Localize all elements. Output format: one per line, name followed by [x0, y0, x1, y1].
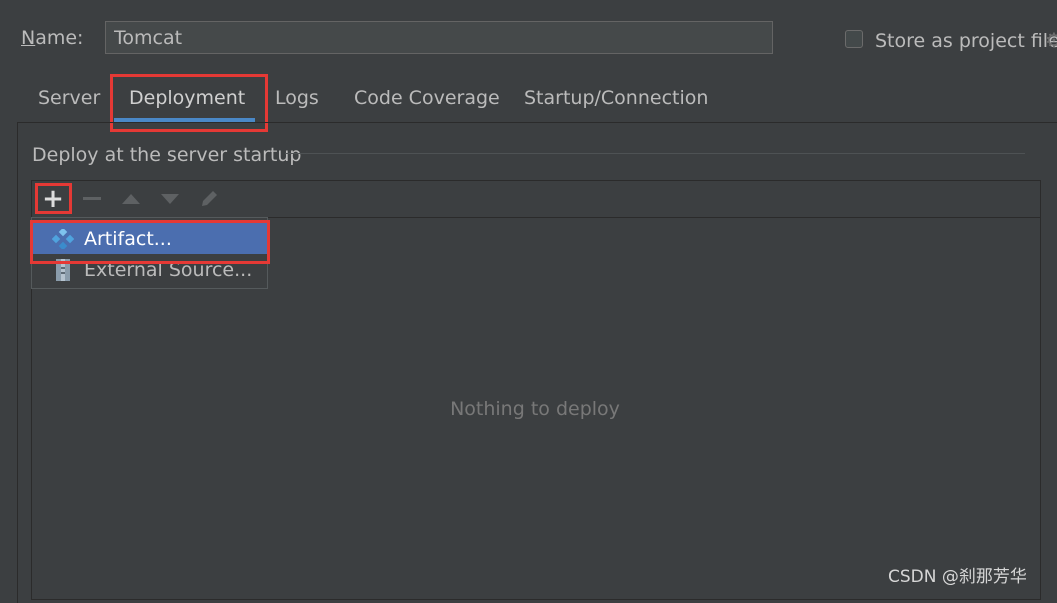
section-title: Deploy at the server startup: [32, 144, 302, 166]
move-down-icon[interactable]: [157, 185, 183, 213]
name-label-mnemonic: N: [21, 27, 36, 49]
empty-state-text: Nothing to deploy: [450, 398, 620, 420]
tab-server[interactable]: Server: [38, 87, 100, 109]
store-as-project-file-label[interactable]: Store as project file: [875, 30, 1057, 52]
move-up-icon[interactable]: [118, 185, 144, 213]
store-as-project-file-checkbox[interactable]: [845, 30, 863, 48]
name-label: Name:: [21, 27, 83, 49]
name-field[interactable]: [105, 21, 773, 54]
highlight-box-add-button: [35, 183, 72, 214]
remove-icon[interactable]: [79, 185, 105, 213]
edit-icon[interactable]: [196, 185, 222, 213]
watermark: CSDN @刹那芳华⁠: [888, 567, 1027, 587]
highlight-box-artifact-item: [30, 220, 270, 264]
section-divider: [285, 153, 1025, 154]
gear-icon[interactable]: ⚙: [1045, 28, 1057, 52]
tab-startup-connection[interactable]: Startup/Connection: [524, 87, 708, 109]
tab-code-coverage[interactable]: Code Coverage: [354, 87, 500, 109]
tab-logs[interactable]: Logs: [275, 87, 319, 109]
name-label-text: ame:: [35, 27, 84, 49]
